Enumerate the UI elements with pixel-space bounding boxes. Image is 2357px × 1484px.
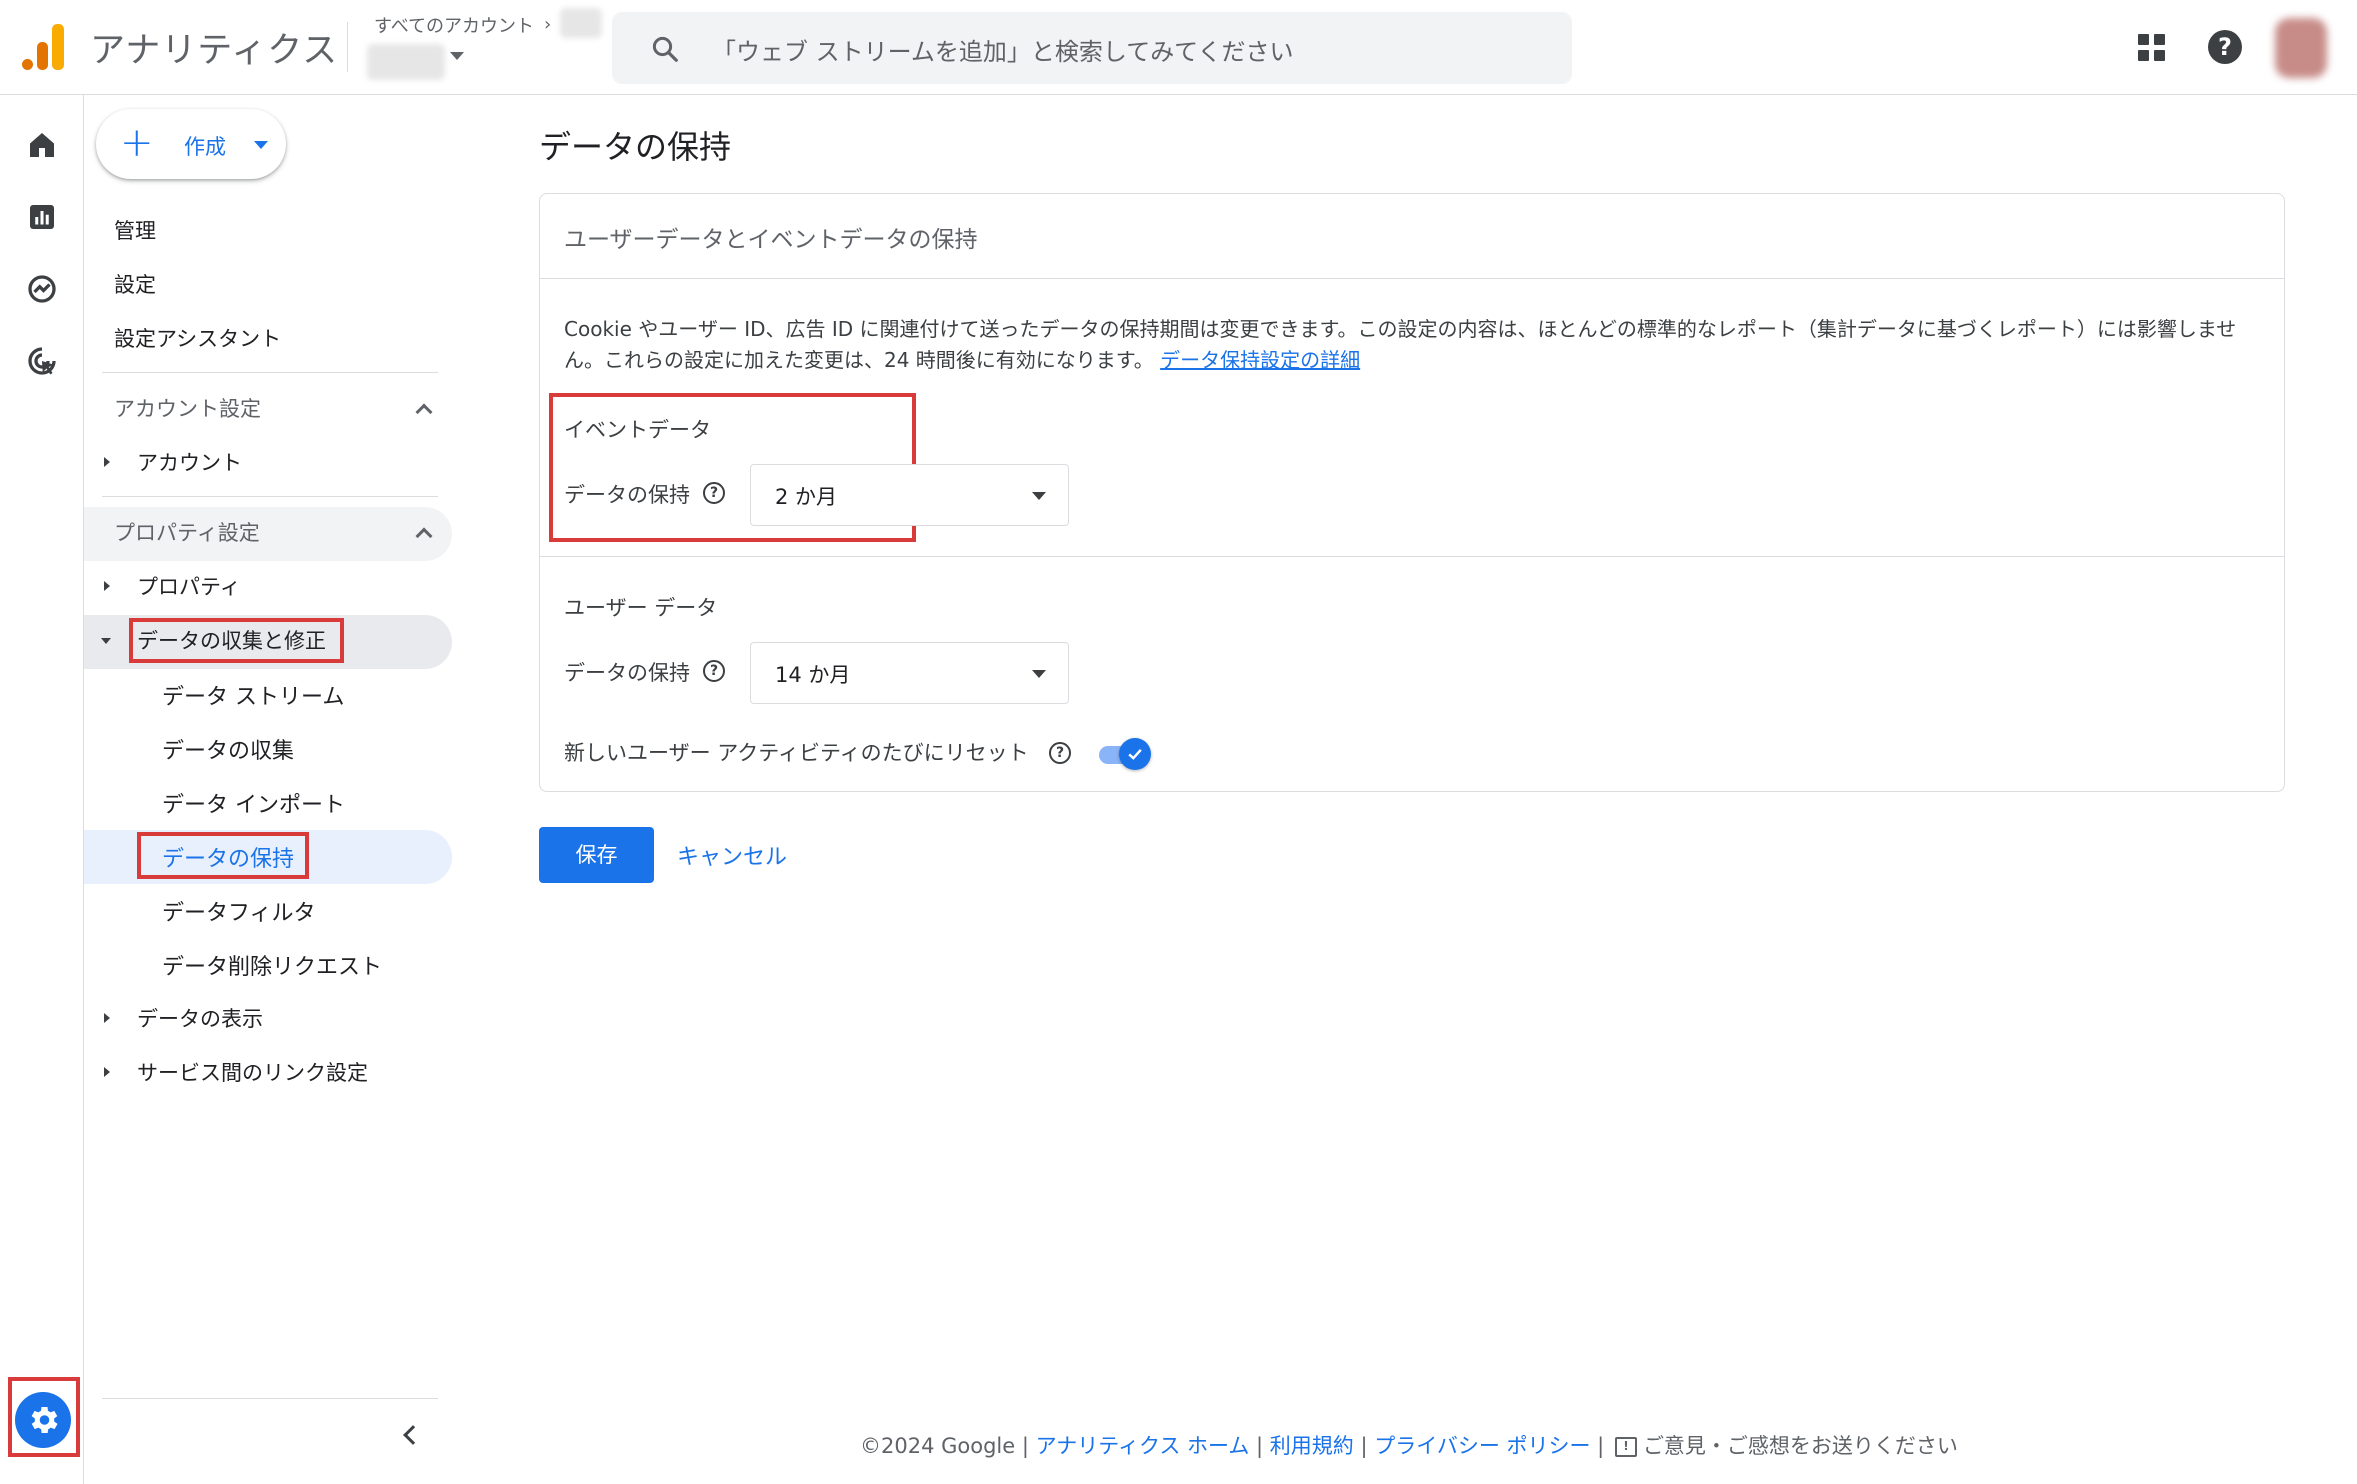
feedback-icon[interactable]: ! xyxy=(1614,1437,1637,1457)
footer-feedback-link[interactable]: ご意見・ご感想をお送りください xyxy=(1643,1434,1958,1458)
create-button-label: 作成 xyxy=(184,135,226,159)
all-accounts-breadcrumb[interactable]: すべてのアカウント xyxy=(374,12,534,38)
nav-data-import[interactable]: データ インポート xyxy=(162,787,345,819)
toggle-knob xyxy=(1119,738,1151,770)
chevron-down-icon xyxy=(254,141,268,149)
analytics-logo-icon[interactable] xyxy=(22,24,64,70)
save-button[interactable]: 保存 xyxy=(539,827,654,883)
help-circle-icon[interactable]: ? xyxy=(703,482,725,504)
nav-data-display[interactable]: データの表示 xyxy=(137,1003,263,1033)
nav-account[interactable]: アカウント xyxy=(137,447,242,477)
user-retention-value: 14 か月 xyxy=(775,663,851,687)
gear-icon xyxy=(31,1406,58,1434)
event-data-label: イベントデータ xyxy=(564,418,711,442)
top-header: アナリティクス すべてのアカウント › 「ウェブ ストリームを追加」と検索してみ… xyxy=(0,0,2357,95)
user-data-label: ユーザー データ xyxy=(564,596,718,620)
reset-on-activity-toggle[interactable] xyxy=(1095,738,1151,770)
nav-data-deletion-requests[interactable]: データ削除リクエスト xyxy=(162,949,382,981)
side-nav: + 作成 管理 設定 設定アシスタント アカウント設定 アカウント プロパティ設… xyxy=(84,95,484,1484)
plus-icon: + xyxy=(120,120,154,166)
nav-property-settings-header[interactable]: プロパティ設定 xyxy=(114,517,260,547)
advertising-icon[interactable] xyxy=(24,343,60,379)
collapse-nav-chevron-icon[interactable] xyxy=(403,1425,423,1445)
nav-divider xyxy=(102,372,438,373)
help-circle-icon[interactable]: ? xyxy=(1049,742,1071,764)
nav-settings[interactable]: 設定 xyxy=(114,269,156,299)
dropdown-arrow-icon xyxy=(1032,670,1046,678)
breadcrumb-chevron-icon: › xyxy=(544,14,552,35)
user-retention-select[interactable]: 14 か月 xyxy=(750,642,1069,704)
highlight-box xyxy=(129,618,344,663)
cancel-button[interactable]: キャンセル xyxy=(677,839,787,871)
nav-setup-assistant[interactable]: 設定アシスタント xyxy=(114,323,281,353)
event-retention-value: 2 か月 xyxy=(775,485,838,509)
page-title: データの保持 xyxy=(539,128,732,166)
apps-grid-icon[interactable] xyxy=(2138,34,2166,62)
nav-data-streams[interactable]: データ ストリーム xyxy=(162,679,344,711)
create-button[interactable]: + 作成 xyxy=(96,109,286,179)
search-input[interactable]: 「ウェブ ストリームを追加」と検索してみてください xyxy=(712,32,1293,67)
explore-icon[interactable] xyxy=(24,271,60,307)
retention-description: Cookie やユーザー ID、広告 ID に関連付けて送ったデータの保持期間は… xyxy=(564,314,2264,376)
header-divider xyxy=(347,22,348,72)
nav-data-collection[interactable]: データの収集 xyxy=(162,733,294,765)
footer-privacy-link[interactable]: プライバシー ポリシー xyxy=(1374,1434,1590,1458)
collapse-arrow-icon[interactable] xyxy=(101,638,111,644)
app-name: アナリティクス xyxy=(90,31,339,71)
event-retention-label: データの保持 xyxy=(564,483,690,507)
avatar[interactable] xyxy=(2275,18,2327,78)
footer-terms-link[interactable]: 利用規約 xyxy=(1270,1434,1354,1458)
highlight-box xyxy=(137,832,309,879)
chevron-up-icon[interactable] xyxy=(415,403,433,421)
property-name-redacted[interactable] xyxy=(367,44,445,80)
reports-icon[interactable] xyxy=(24,199,60,235)
reset-on-activity-label: 新しいユーザー アクティビティのたびにリセット xyxy=(564,741,1029,765)
expand-arrow-icon[interactable] xyxy=(104,1067,110,1077)
footer-copyright: ©2024 Google xyxy=(860,1434,1016,1458)
search-icon xyxy=(652,36,678,62)
admin-settings-button[interactable] xyxy=(15,1392,71,1448)
check-icon xyxy=(1128,748,1142,760)
card-title: ユーザーデータとイベントデータの保持 xyxy=(564,227,978,253)
card-divider xyxy=(540,556,2284,557)
help-icon[interactable]: ? xyxy=(2208,30,2242,64)
nav-account-settings-header[interactable]: アカウント設定 xyxy=(114,393,261,423)
description-text: Cookie やユーザー ID、広告 ID に関連付けて送ったデータの保持期間は… xyxy=(564,317,2237,372)
retention-details-link[interactable]: データ保持設定の詳細 xyxy=(1160,348,1360,372)
account-picker-caret-icon[interactable] xyxy=(450,52,464,60)
help-circle-icon[interactable]: ? xyxy=(703,660,725,682)
card-divider xyxy=(540,278,2284,279)
nav-data-filters[interactable]: データフィルタ xyxy=(162,895,316,927)
event-retention-select[interactable]: 2 か月 xyxy=(750,464,1069,526)
footer: ©2024 Google | アナリティクス ホーム | 利用規約 | プライバ… xyxy=(860,1434,1958,1458)
home-icon[interactable] xyxy=(24,127,60,163)
retention-card: ユーザーデータとイベントデータの保持 Cookie やユーザー ID、広告 ID… xyxy=(539,193,2285,792)
nav-divider xyxy=(102,496,438,497)
user-retention-label: データの保持 xyxy=(564,661,690,685)
dropdown-arrow-icon xyxy=(1032,492,1046,500)
expand-arrow-icon[interactable] xyxy=(104,581,110,591)
account-name-redacted xyxy=(560,8,602,38)
nav-divider xyxy=(102,1398,438,1399)
left-rail xyxy=(0,95,84,1484)
expand-arrow-icon[interactable] xyxy=(104,1013,110,1023)
expand-arrow-icon[interactable] xyxy=(104,457,110,467)
nav-admin[interactable]: 管理 xyxy=(114,215,156,245)
footer-analytics-home-link[interactable]: アナリティクス ホーム xyxy=(1036,1434,1250,1458)
search-bar[interactable]: 「ウェブ ストリームを追加」と検索してみてください xyxy=(612,12,1572,84)
nav-product-links[interactable]: サービス間のリンク設定 xyxy=(137,1057,368,1087)
nav-property[interactable]: プロパティ xyxy=(137,571,241,601)
